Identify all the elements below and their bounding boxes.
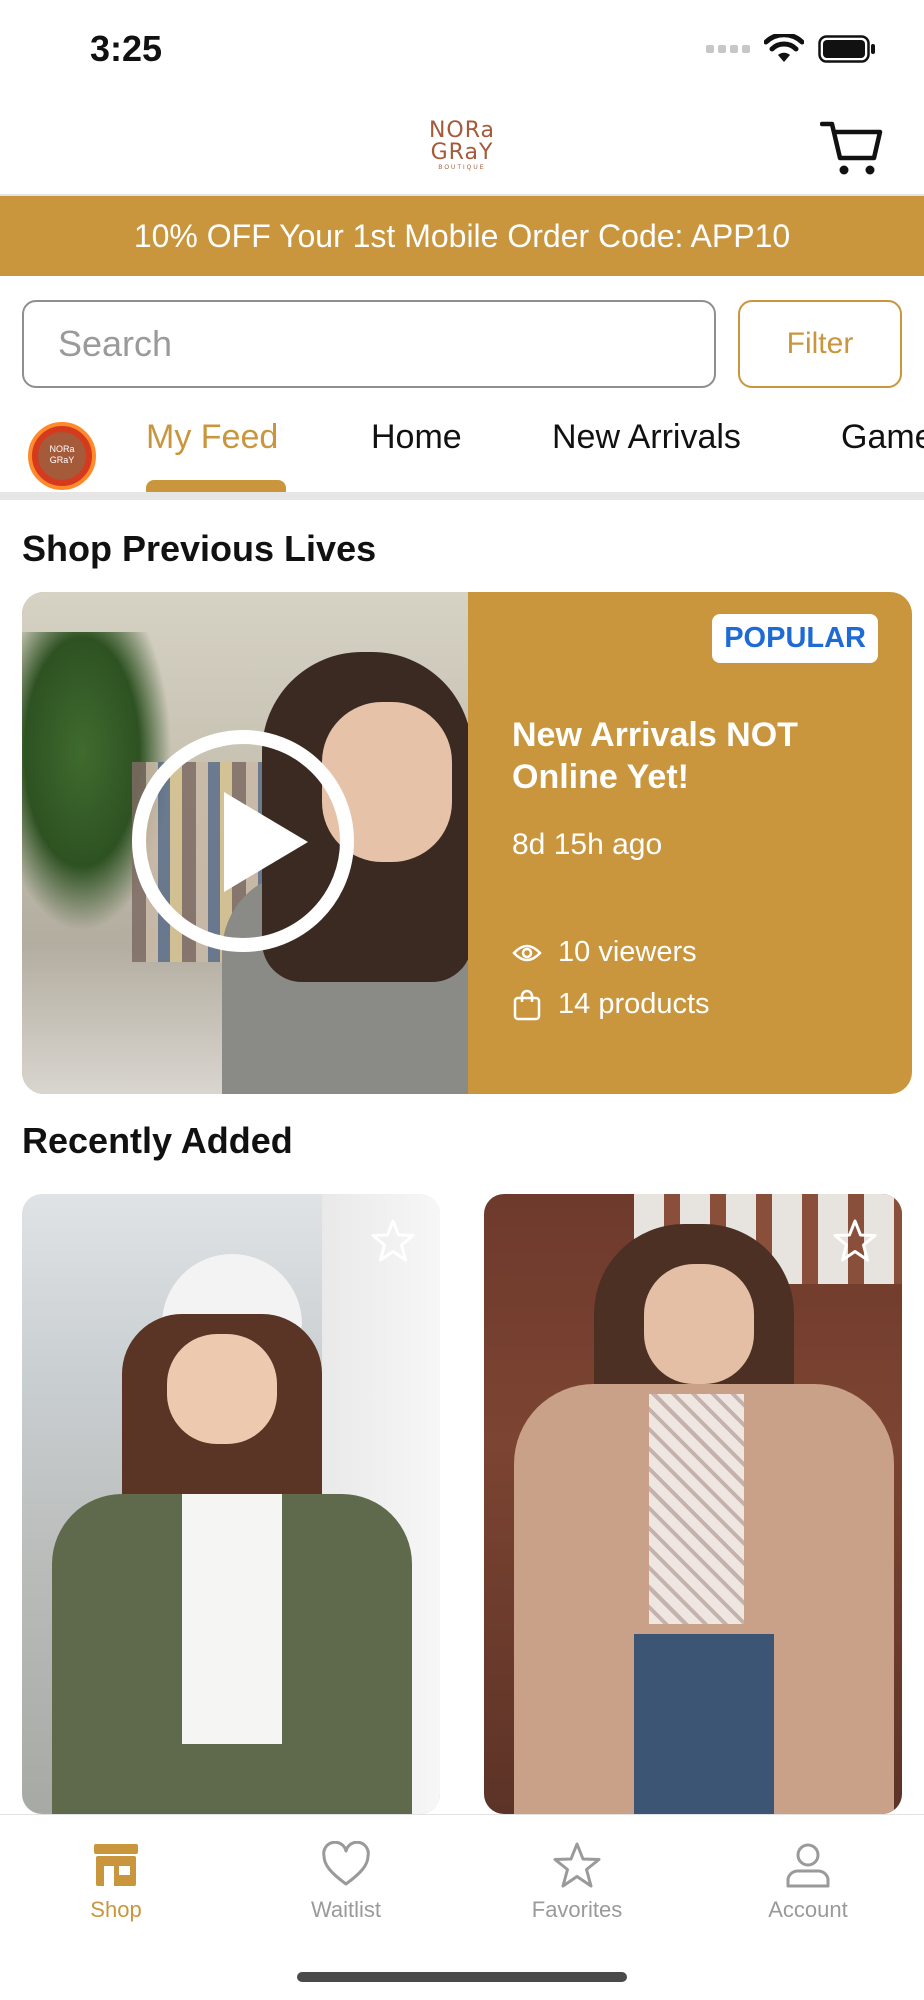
products-stat: 14 products: [512, 988, 710, 1021]
status-bar: 3:25: [0, 0, 924, 100]
tab-bar-account[interactable]: Account: [728, 1841, 888, 1923]
store-avatar[interactable]: NORa GRaY: [28, 422, 96, 490]
filter-button[interactable]: Filter: [738, 300, 902, 388]
person-icon: [786, 1843, 830, 1888]
tab-bar-favorites[interactable]: Favorites: [497, 1841, 657, 1923]
cart-icon: [819, 121, 883, 175]
live-title: New Arrivals NOT Online Yet!: [512, 716, 798, 796]
brand-logo[interactable]: NORa GRaY BOUTIQUE: [402, 120, 522, 176]
section-title-previous-lives: Shop Previous Lives: [22, 528, 377, 569]
live-replay-card[interactable]: POPULAR New Arrivals NOT Online Yet! 8d …: [22, 592, 912, 1094]
app-header: NORa GRaY BOUTIQUE: [0, 100, 924, 196]
product-image: [484, 1194, 902, 1814]
heart-icon: [322, 1841, 370, 1886]
status-time: 3:25: [90, 28, 163, 69]
wifi-icon: [764, 34, 804, 62]
tab-bar-shop[interactable]: Shop: [36, 1841, 196, 1923]
popular-badge: POPULAR: [712, 614, 878, 663]
product-card[interactable]: [484, 1194, 902, 1814]
live-thumbnail: [22, 592, 468, 1094]
star-icon[interactable]: [832, 1218, 878, 1264]
status-icons: [706, 34, 876, 64]
cart-button[interactable]: [819, 118, 884, 178]
play-icon[interactable]: [132, 730, 354, 952]
shopping-bag-icon: [513, 989, 541, 1020]
eye-icon: [512, 944, 542, 961]
live-time-ago: 8d 15h ago: [512, 828, 663, 861]
star-icon[interactable]: [370, 1218, 416, 1264]
home-indicator: [297, 1972, 627, 1982]
store-icon: [94, 1844, 138, 1886]
tab-bar-waitlist[interactable]: Waitlist: [266, 1841, 426, 1923]
viewers-stat: 10 viewers: [512, 936, 697, 969]
tab-new-arrivals[interactable]: New Arrivals: [552, 418, 741, 457]
active-tab-indicator: [146, 480, 286, 492]
search-input[interactable]: [22, 300, 716, 388]
section-title-recently-added: Recently Added: [22, 1120, 293, 1161]
tab-game[interactable]: Game: [841, 418, 924, 457]
promo-banner[interactable]: 10% OFF Your 1st Mobile Order Code: APP1…: [0, 196, 924, 276]
tab-home[interactable]: Home: [371, 418, 462, 457]
product-card[interactable]: [22, 1194, 440, 1814]
battery-icon: [818, 35, 875, 63]
star-icon: [553, 1842, 601, 1888]
tab-my-feed[interactable]: My Feed: [146, 418, 278, 457]
category-tabs: NORaGRaY My Feed Home New Arrivals Game: [0, 404, 924, 500]
cellular-signal-icon: [706, 45, 750, 53]
product-image: [22, 1194, 440, 1814]
